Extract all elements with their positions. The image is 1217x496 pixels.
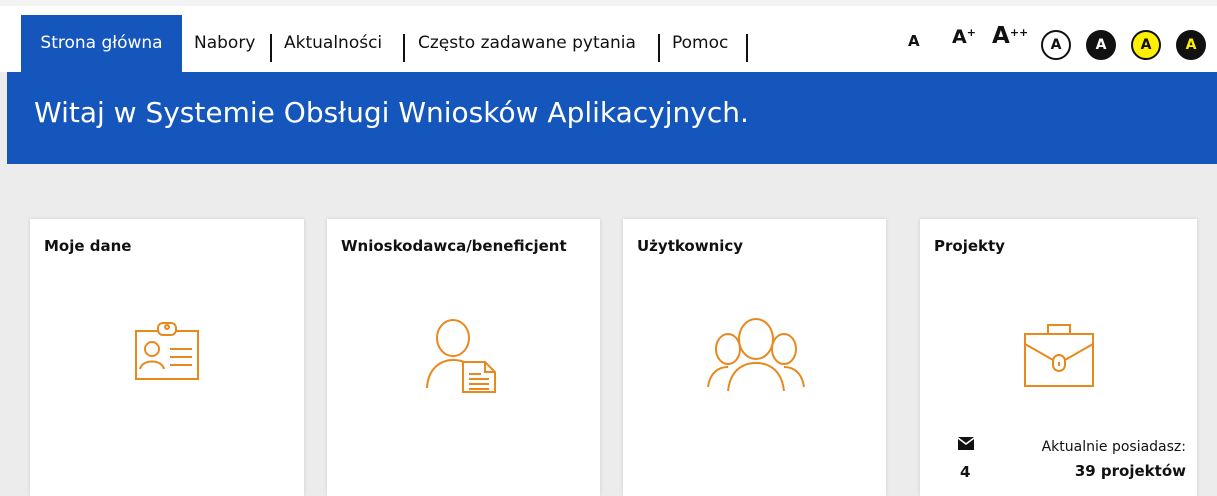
card-wnioskodawca[interactable]: Wnioskodawca/beneficjent (327, 219, 600, 496)
users-group-icon (707, 318, 805, 392)
nav-link-aktualnosci[interactable]: Aktualności (284, 15, 382, 72)
font-size-largest-sup: ++ (1009, 26, 1029, 39)
nav-separator (270, 34, 272, 62)
font-size-normal-label: A (908, 32, 920, 50)
briefcase-icon (1024, 324, 1094, 387)
nav-separator (403, 34, 405, 62)
card-uzytkownicy[interactable]: Użytkownicy (623, 219, 886, 496)
contrast-black-yellow-button[interactable]: A (1176, 30, 1206, 60)
card-title: Wnioskodawca/beneficjent (341, 237, 567, 255)
page-title: Witaj w Systemie Obsługi Wniosków Aplika… (34, 96, 749, 129)
contrast-black-white-label: A (1095, 37, 1107, 53)
nav-link-nabory[interactable]: Nabory (194, 15, 255, 72)
contrast-yellow-black-label: A (1140, 37, 1152, 53)
contrast-yellow-black-button[interactable]: A (1131, 30, 1161, 60)
font-size-normal-button[interactable]: A (908, 32, 920, 50)
envelope-icon[interactable] (958, 437, 974, 450)
font-size-largest-button[interactable]: A++ (992, 23, 1028, 49)
id-badge-icon (135, 322, 199, 380)
contrast-default-button[interactable]: A (1041, 30, 1071, 60)
nav-link-pomoc[interactable]: Pomoc (672, 15, 728, 72)
card-title: Moje dane (44, 237, 132, 255)
nav-separator (658, 34, 660, 62)
contrast-black-yellow-label: A (1185, 37, 1197, 53)
welcome-banner: Witaj w Systemie Obsługi Wniosków Aplika… (7, 72, 1217, 164)
card-projekty[interactable]: Projekty 4 Aktualnie posiadasz: 39 proje… (920, 219, 1197, 496)
card-moje-dane[interactable]: Moje dane (30, 219, 304, 496)
contrast-default-label: A (1050, 37, 1062, 53)
nav-link-faq[interactable]: Często zadawane pytania (418, 15, 636, 72)
main-navigation: Strona główna Nabory Aktualności Często … (0, 6, 1217, 72)
card-title: Projekty (934, 237, 1005, 255)
font-size-largest-label: A (992, 23, 1010, 49)
font-size-larger-sup: + (966, 26, 976, 39)
card-title: Użytkownicy (637, 237, 744, 255)
projects-owned-label: Aktualnie posiadasz: (1041, 439, 1186, 455)
tab-home[interactable]: Strona główna (21, 15, 182, 72)
messages-count: 4 (960, 463, 971, 481)
font-size-larger-button[interactable]: A+ (952, 26, 976, 48)
contrast-black-white-button[interactable]: A (1086, 30, 1116, 60)
nav-separator (746, 34, 748, 62)
person-document-icon (426, 319, 496, 393)
font-size-larger-label: A (952, 26, 967, 48)
projects-owned-value[interactable]: 39 projektów (1075, 462, 1186, 480)
